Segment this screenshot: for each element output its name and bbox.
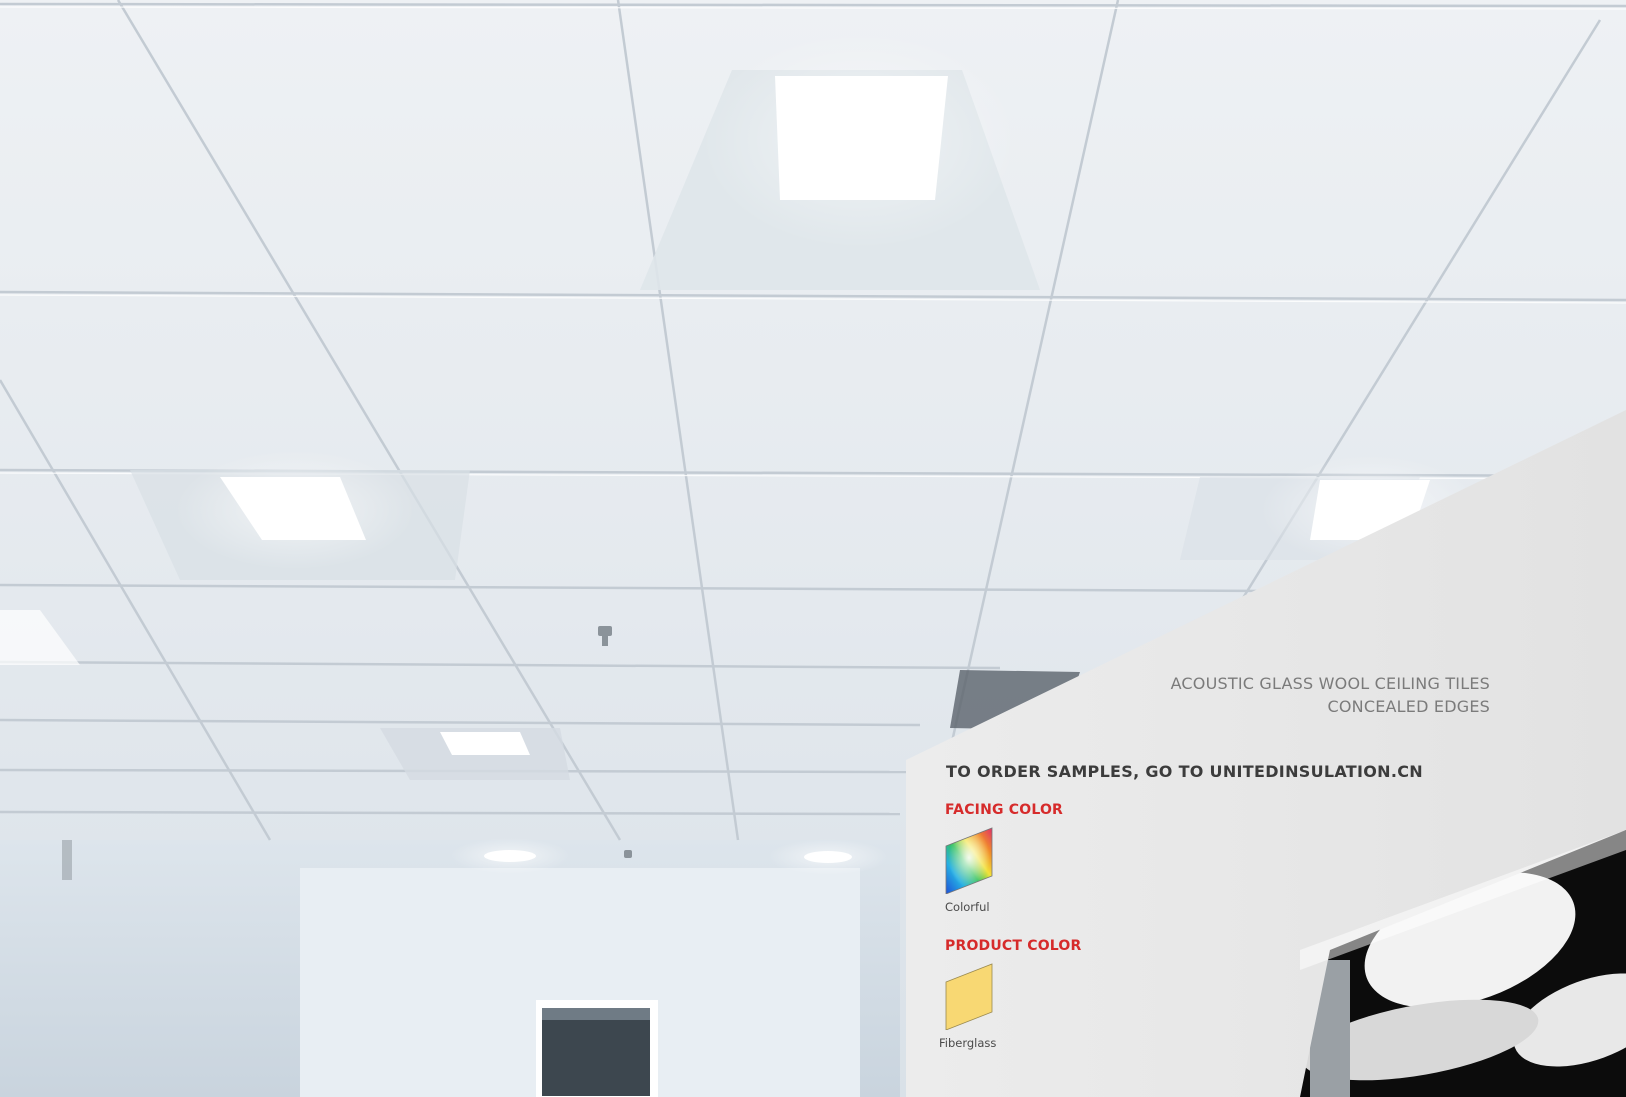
colorful-swatch [945,827,993,894]
facing-color-label: FACING COLOR [945,802,1064,818]
fiberglass-swatch-caption: Fiberglass [939,1036,997,1050]
ceiling-photo [0,0,1626,1097]
product-color-label: PRODUCT COLOR [945,938,1082,954]
product-edge-type: CONCEALED EDGES [1327,697,1490,716]
colorful-swatch-caption: Colorful [945,900,990,914]
fiberglass-swatch [945,963,993,1030]
product-title-line: ACOUSTIC GLASS WOOL CEILING TILES [1170,674,1490,693]
order-samples-text: TO ORDER SAMPLES, GO TO UNITEDINSULATION… [946,762,1423,781]
